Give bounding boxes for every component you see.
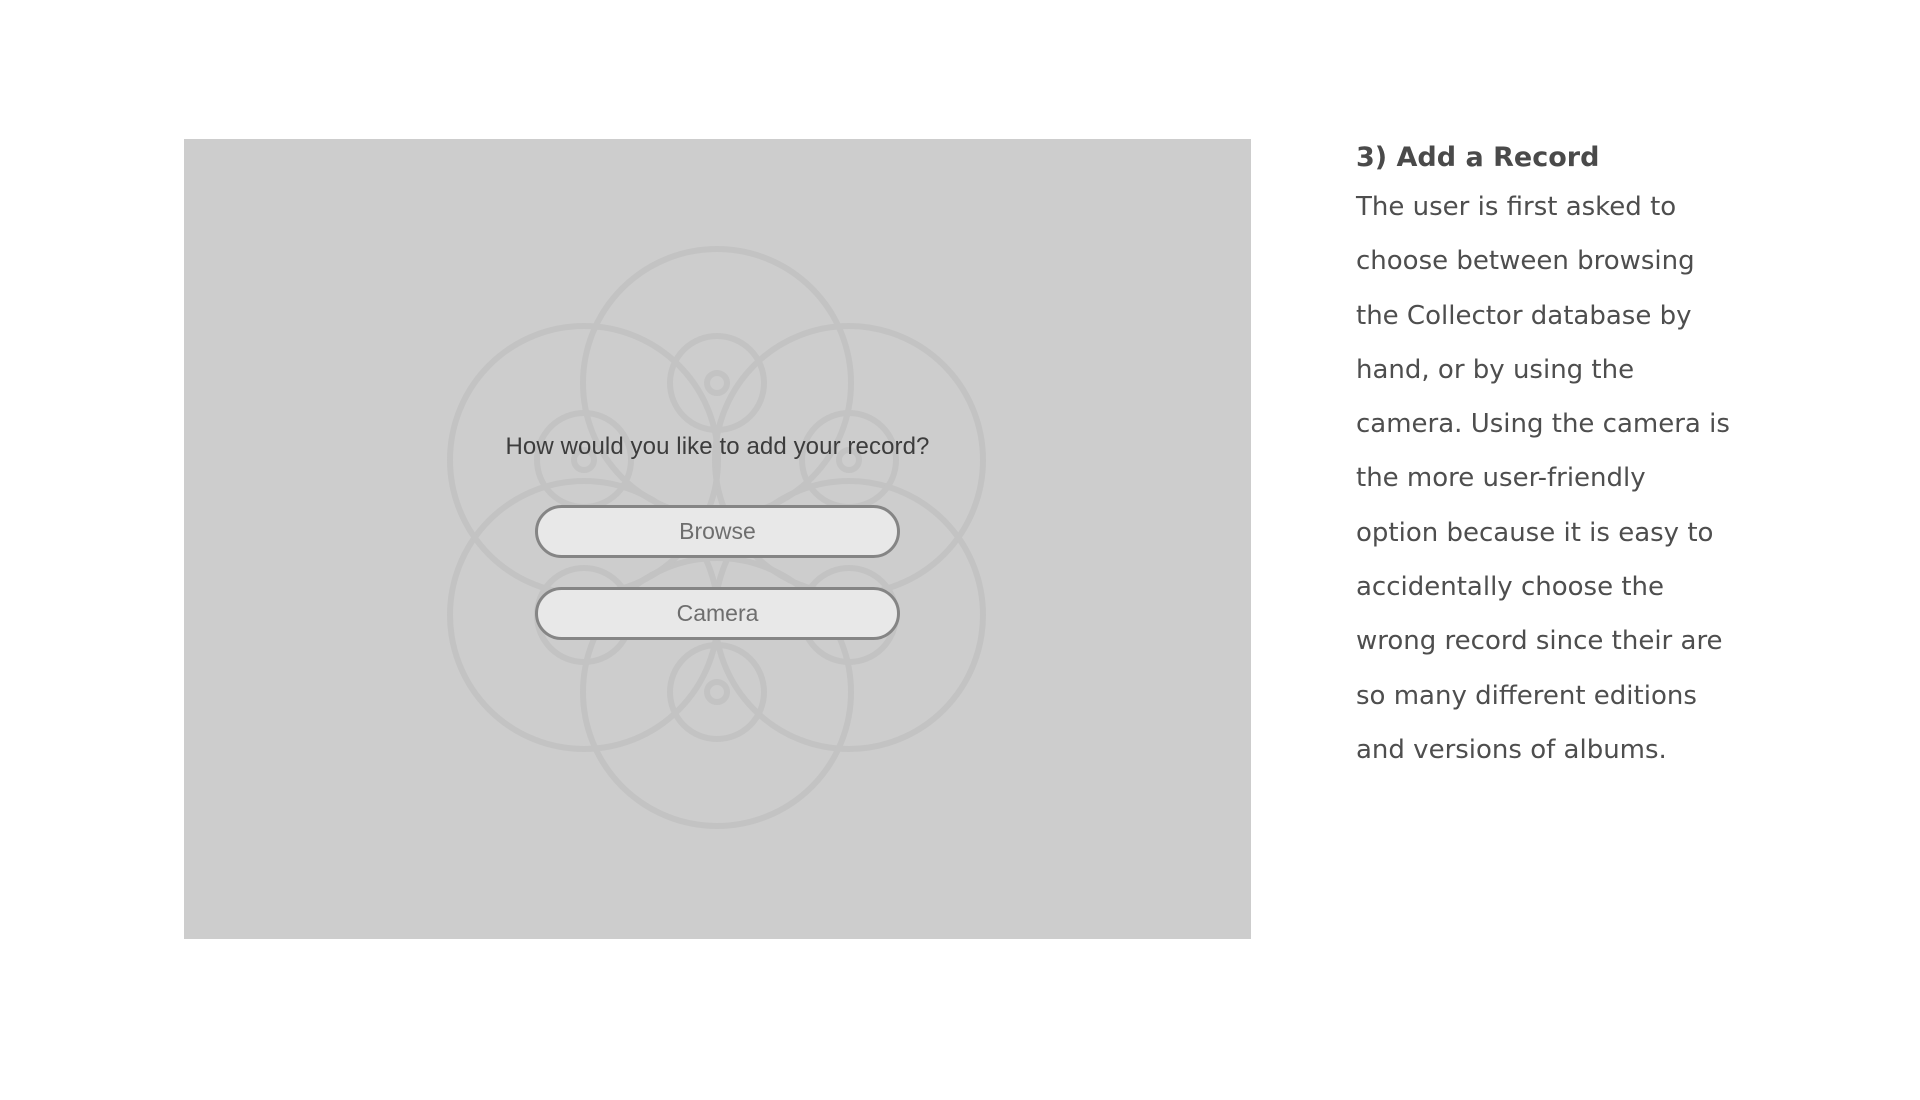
browse-button[interactable]: Browse [535, 505, 900, 558]
description-line: hand, or by using the [1356, 354, 1635, 385]
add-record-prompt: How would you like to add your record? [505, 433, 930, 460]
app-screen-mockup: How would you like to add your record? B… [184, 139, 1251, 939]
description-line: option because it is easy to [1356, 517, 1714, 548]
description-line: so many different editions [1356, 680, 1697, 711]
camera-button[interactable]: Camera [535, 587, 900, 640]
description-line: and versions of albums. [1356, 734, 1667, 765]
description-body: The user is first asked to choose betwee… [1356, 180, 1796, 777]
description-line: choose between browsing [1356, 246, 1695, 277]
description-line: accidentally choose the [1356, 572, 1665, 603]
description-line: the more user-friendly [1356, 463, 1646, 494]
description-title: 3) Add a Record [1356, 142, 1600, 173]
description-line: the Collector database by [1356, 300, 1692, 331]
description-line: wrong record since their are [1356, 626, 1723, 657]
description-panel: 3) Add a Record The user is first asked … [1356, 136, 1796, 777]
description-line: camera. Using the camera is [1356, 409, 1730, 440]
description-line: The user is first asked to [1356, 192, 1677, 222]
